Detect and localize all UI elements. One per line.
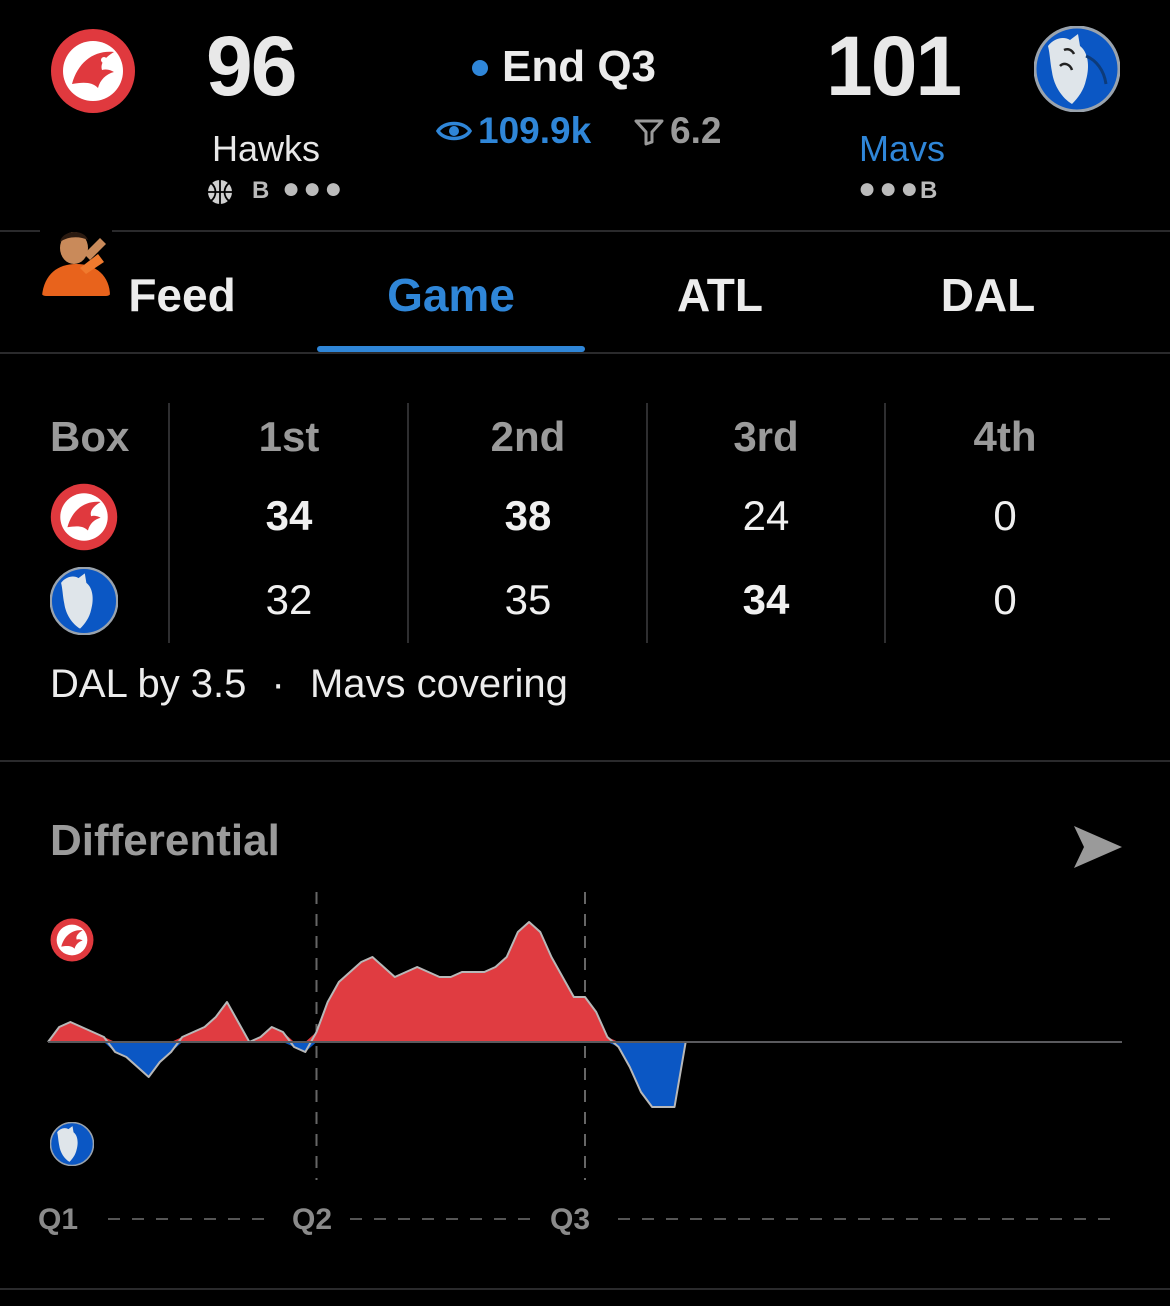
- filter-icon: [634, 118, 664, 151]
- differential-chart: [47, 892, 1122, 1220]
- mavs-logo-icon[interactable]: [1033, 25, 1121, 113]
- basketball-icon: [206, 178, 234, 211]
- away-bonus-letter: B: [920, 177, 941, 204]
- viewers-count: 109.9k: [478, 110, 592, 151]
- viewers-stat[interactable]: 109.9k: [435, 110, 626, 154]
- home-bonus-letter: B: [252, 177, 273, 204]
- tab-dal[interactable]: DAL: [854, 268, 1122, 322]
- home-score-3rd: 24: [742, 492, 790, 539]
- home-score: 96: [206, 19, 297, 113]
- tab-feed[interactable]: Feed: [48, 268, 316, 322]
- period-header-2nd: 2nd: [490, 413, 566, 460]
- home-lead-area: [48, 922, 686, 1042]
- away-score-4th: 0: [993, 576, 1017, 623]
- home-timeouts-dots: ●●●: [282, 172, 346, 205]
- period-header-4th: 4th: [973, 413, 1037, 460]
- home-score-2nd: 38: [504, 492, 552, 539]
- away-team-name[interactable]: Mavs: [832, 128, 972, 170]
- box-divider: [0, 760, 1170, 762]
- send-icon[interactable]: [1070, 822, 1126, 872]
- quarter-label-q1: Q1: [38, 1203, 79, 1236]
- away-possession-row: ●●● B: [858, 172, 978, 206]
- differential-title: Differential: [50, 816, 280, 865]
- away-score: 101: [826, 19, 962, 113]
- rating-stat[interactable]: 6.2: [634, 110, 744, 154]
- away-lead-area: [48, 1042, 686, 1107]
- home-possession-row: B ●●●: [206, 172, 346, 206]
- period-header-3rd: 3rd: [733, 413, 799, 460]
- quarter-label-q3: Q3: [550, 1203, 591, 1236]
- hawks-logo-icon: [50, 483, 118, 551]
- home-score-1st: 34: [265, 492, 313, 539]
- period-header-1st: 1st: [258, 413, 320, 460]
- home-team-name[interactable]: Hawks: [196, 128, 336, 170]
- away-timeouts-dots: ●●●: [858, 172, 922, 205]
- tab-atl[interactable]: ATL: [586, 268, 854, 322]
- spread-separator: ·: [271, 662, 285, 706]
- hawks-logo-icon[interactable]: [50, 28, 136, 114]
- live-dot-icon: [472, 60, 488, 76]
- home-score-4th: 0: [993, 492, 1017, 539]
- quarter-label-q2: Q2: [292, 1203, 333, 1236]
- game-status: End Q3: [470, 40, 730, 96]
- away-score-2nd: 35: [504, 576, 552, 623]
- game-status-text: End Q3: [502, 42, 657, 91]
- tab-game[interactable]: Game: [317, 268, 585, 322]
- scoreboard-header: 96 Hawks B ●●● End Q3 109.9k 6.2 101 Mav…: [0, 0, 1170, 230]
- mavs-logo-icon: [49, 566, 119, 636]
- box-header-label: Box: [50, 413, 130, 460]
- away-score-1st: 32: [265, 576, 313, 623]
- eye-icon: [435, 116, 473, 151]
- rating-value: 6.2: [670, 110, 722, 151]
- spread-line: DAL by 3.5: [50, 662, 247, 706]
- bottom-divider: [0, 1288, 1170, 1290]
- spread-status: Mavs covering: [309, 662, 568, 706]
- spread-summary: DAL by 3.5 · Mavs covering: [50, 662, 568, 707]
- away-score-3rd: 34: [742, 576, 790, 623]
